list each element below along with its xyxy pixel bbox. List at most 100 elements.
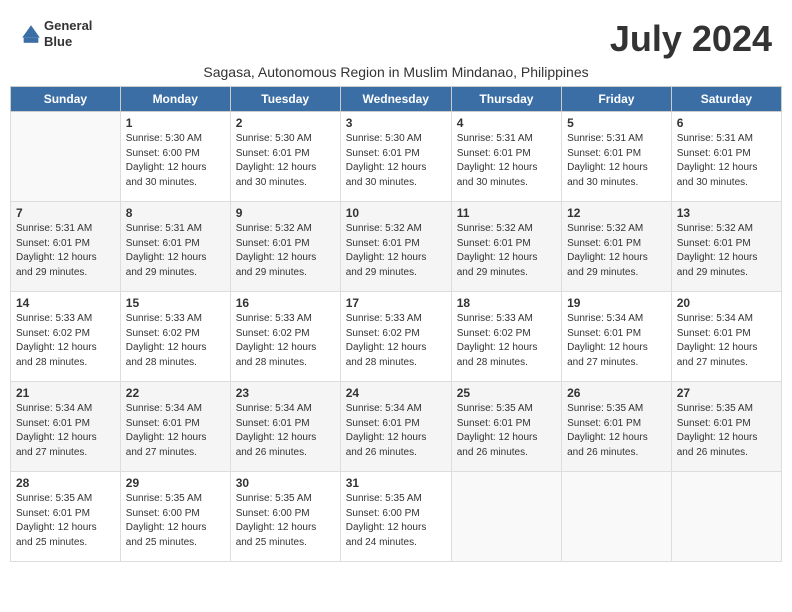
calendar-cell: 21 Sunrise: 5:34 AM Sunset: 6:01 PM Dayli… bbox=[11, 382, 121, 472]
calendar-cell: 30 Sunrise: 5:35 AM Sunset: 6:00 PM Dayli… bbox=[230, 472, 340, 562]
calendar-cell: 19 Sunrise: 5:34 AM Sunset: 6:01 PM Dayli… bbox=[562, 292, 672, 382]
logo-icon bbox=[20, 23, 42, 45]
day-number: 3 bbox=[346, 116, 446, 130]
day-info: Sunrise: 5:31 AM Sunset: 6:01 PM Dayligh… bbox=[16, 222, 115, 280]
day-number: 31 bbox=[346, 476, 446, 490]
day-info: Sunrise: 5:32 AM Sunset: 6:01 PM Dayligh… bbox=[677, 222, 776, 280]
day-number: 24 bbox=[346, 386, 446, 400]
day-info: Sunrise: 5:32 AM Sunset: 6:01 PM Dayligh… bbox=[346, 222, 446, 280]
day-info: Sunrise: 5:34 AM Sunset: 6:01 PM Dayligh… bbox=[567, 312, 666, 370]
day-info: Sunrise: 5:30 AM Sunset: 6:01 PM Dayligh… bbox=[236, 132, 335, 190]
day-number: 21 bbox=[16, 386, 115, 400]
day-info: Sunrise: 5:34 AM Sunset: 6:01 PM Dayligh… bbox=[346, 402, 446, 460]
calendar-cell: 1 Sunrise: 5:30 AM Sunset: 6:00 PM Daylig… bbox=[120, 112, 230, 202]
calendar-cell: 22 Sunrise: 5:34 AM Sunset: 6:01 PM Dayli… bbox=[120, 382, 230, 472]
calendar-cell: 11Sunrise: 5:32 AM Sunset: 6:01 PM Dayli… bbox=[451, 202, 561, 292]
day-info: Sunrise: 5:33 AM Sunset: 6:02 PM Dayligh… bbox=[236, 312, 335, 370]
day-info: Sunrise: 5:30 AM Sunset: 6:00 PM Dayligh… bbox=[126, 132, 225, 190]
day-info: Sunrise: 5:35 AM Sunset: 6:01 PM Dayligh… bbox=[457, 402, 556, 460]
day-header-thursday: Thursday bbox=[451, 87, 561, 112]
day-number: 29 bbox=[126, 476, 225, 490]
day-number: 26 bbox=[567, 386, 666, 400]
day-number: 16 bbox=[236, 296, 335, 310]
day-info: Sunrise: 5:33 AM Sunset: 6:02 PM Dayligh… bbox=[126, 312, 225, 370]
calendar-cell: 2 Sunrise: 5:30 AM Sunset: 6:01 PM Daylig… bbox=[230, 112, 340, 202]
calendar-cell bbox=[451, 472, 561, 562]
day-number: 10 bbox=[346, 206, 446, 220]
day-number: 9 bbox=[236, 206, 335, 220]
day-number: 25 bbox=[457, 386, 556, 400]
day-number: 22 bbox=[126, 386, 225, 400]
day-number: 23 bbox=[236, 386, 335, 400]
calendar-cell bbox=[671, 472, 781, 562]
calendar-cell: 14 Sunrise: 5:33 AM Sunset: 6:02 PM Dayli… bbox=[11, 292, 121, 382]
day-info: Sunrise: 5:31 AM Sunset: 6:01 PM Dayligh… bbox=[677, 132, 776, 190]
day-number: 27 bbox=[677, 386, 776, 400]
calendar-cell: 16 Sunrise: 5:33 AM Sunset: 6:02 PM Dayli… bbox=[230, 292, 340, 382]
day-number: 1 bbox=[126, 116, 225, 130]
day-number: 7 bbox=[16, 206, 115, 220]
calendar-cell: 10 Sunrise: 5:32 AM Sunset: 6:01 PM Dayli… bbox=[340, 202, 451, 292]
calendar-cell: 17 Sunrise: 5:33 AM Sunset: 6:02 PM Dayli… bbox=[340, 292, 451, 382]
day-info: Sunrise: 5:34 AM Sunset: 6:01 PM Dayligh… bbox=[16, 402, 115, 460]
day-number: 6 bbox=[677, 116, 776, 130]
day-header-tuesday: Tuesday bbox=[230, 87, 340, 112]
calendar-cell: 25 Sunrise: 5:35 AM Sunset: 6:01 PM Dayli… bbox=[451, 382, 561, 472]
day-header-monday: Monday bbox=[120, 87, 230, 112]
calendar-cell: 4Sunrise: 5:31 AM Sunset: 6:01 PM Daylig… bbox=[451, 112, 561, 202]
day-info: Sunrise: 5:32 AM Sunset: 6:01 PM Dayligh… bbox=[567, 222, 666, 280]
day-number: 28 bbox=[16, 476, 115, 490]
day-info: Sunrise: 5:30 AM Sunset: 6:01 PM Dayligh… bbox=[346, 132, 446, 190]
calendar-cell: 15 Sunrise: 5:33 AM Sunset: 6:02 PM Dayli… bbox=[120, 292, 230, 382]
day-number: 14 bbox=[16, 296, 115, 310]
calendar-cell bbox=[562, 472, 672, 562]
day-info: Sunrise: 5:33 AM Sunset: 6:02 PM Dayligh… bbox=[346, 312, 446, 370]
day-info: Sunrise: 5:35 AM Sunset: 6:01 PM Dayligh… bbox=[16, 492, 115, 550]
day-info: Sunrise: 5:34 AM Sunset: 6:01 PM Dayligh… bbox=[677, 312, 776, 370]
calendar-cell: 3 Sunrise: 5:30 AM Sunset: 6:01 PM Daylig… bbox=[340, 112, 451, 202]
calendar-header: SundayMondayTuesdayWednesdayThursdayFrid… bbox=[11, 87, 782, 112]
day-info: Sunrise: 5:35 AM Sunset: 6:00 PM Dayligh… bbox=[126, 492, 225, 550]
calendar-cell: 12 Sunrise: 5:32 AM Sunset: 6:01 PM Dayli… bbox=[562, 202, 672, 292]
calendar-cell: 6 Sunrise: 5:31 AM Sunset: 6:01 PM Daylig… bbox=[671, 112, 781, 202]
day-info: Sunrise: 5:35 AM Sunset: 6:01 PM Dayligh… bbox=[567, 402, 666, 460]
day-info: Sunrise: 5:31 AM Sunset: 6:01 PM Dayligh… bbox=[567, 132, 666, 190]
day-info: Sunrise: 5:33 AM Sunset: 6:02 PM Dayligh… bbox=[457, 312, 556, 370]
calendar-cell: 9 Sunrise: 5:32 AM Sunset: 6:01 PM Daylig… bbox=[230, 202, 340, 292]
day-number: 30 bbox=[236, 476, 335, 490]
calendar-cell: 27 Sunrise: 5:35 AM Sunset: 6:01 PM Dayli… bbox=[671, 382, 781, 472]
day-info: Sunrise: 5:35 AM Sunset: 6:00 PM Dayligh… bbox=[236, 492, 335, 550]
day-number: 17 bbox=[346, 296, 446, 310]
day-number: 8 bbox=[126, 206, 225, 220]
logo-text: General Blue bbox=[44, 18, 92, 49]
calendar-subtitle: Sagasa, Autonomous Region in Muslim Mind… bbox=[10, 64, 782, 80]
calendar-cell: 31 Sunrise: 5:35 AM Sunset: 6:00 PM Dayli… bbox=[340, 472, 451, 562]
day-header-sunday: Sunday bbox=[11, 87, 121, 112]
day-number: 2 bbox=[236, 116, 335, 130]
calendar-cell: 5Sunrise: 5:31 AM Sunset: 6:01 PM Daylig… bbox=[562, 112, 672, 202]
day-info: Sunrise: 5:32 AM Sunset: 6:01 PM Dayligh… bbox=[236, 222, 335, 280]
calendar-cell: 13Sunrise: 5:32 AM Sunset: 6:01 PM Dayli… bbox=[671, 202, 781, 292]
day-info: Sunrise: 5:31 AM Sunset: 6:01 PM Dayligh… bbox=[457, 132, 556, 190]
day-number: 18 bbox=[457, 296, 556, 310]
day-info: Sunrise: 5:34 AM Sunset: 6:01 PM Dayligh… bbox=[126, 402, 225, 460]
day-info: Sunrise: 5:35 AM Sunset: 6:01 PM Dayligh… bbox=[677, 402, 776, 460]
calendar-cell: 29 Sunrise: 5:35 AM Sunset: 6:00 PM Dayli… bbox=[120, 472, 230, 562]
calendar-table: SundayMondayTuesdayWednesdayThursdayFrid… bbox=[10, 86, 782, 562]
day-info: Sunrise: 5:33 AM Sunset: 6:02 PM Dayligh… bbox=[16, 312, 115, 370]
day-header-wednesday: Wednesday bbox=[340, 87, 451, 112]
calendar-cell: 28 Sunrise: 5:35 AM Sunset: 6:01 PM Dayli… bbox=[11, 472, 121, 562]
calendar-body: 1 Sunrise: 5:30 AM Sunset: 6:00 PM Daylig… bbox=[11, 112, 782, 562]
day-number: 19 bbox=[567, 296, 666, 310]
calendar-cell: 24 Sunrise: 5:34 AM Sunset: 6:01 PM Dayli… bbox=[340, 382, 451, 472]
calendar-cell bbox=[11, 112, 121, 202]
day-number: 15 bbox=[126, 296, 225, 310]
calendar-cell: 23 Sunrise: 5:34 AM Sunset: 6:01 PM Dayli… bbox=[230, 382, 340, 472]
day-info: Sunrise: 5:35 AM Sunset: 6:00 PM Dayligh… bbox=[346, 492, 446, 550]
day-info: Sunrise: 5:34 AM Sunset: 6:01 PM Dayligh… bbox=[236, 402, 335, 460]
day-number: 12 bbox=[567, 206, 666, 220]
day-number: 11 bbox=[457, 206, 556, 220]
day-number: 20 bbox=[677, 296, 776, 310]
calendar-cell: 26 Sunrise: 5:35 AM Sunset: 6:01 PM Dayli… bbox=[562, 382, 672, 472]
calendar-cell: 7 Sunrise: 5:31 AM Sunset: 6:01 PM Daylig… bbox=[11, 202, 121, 292]
